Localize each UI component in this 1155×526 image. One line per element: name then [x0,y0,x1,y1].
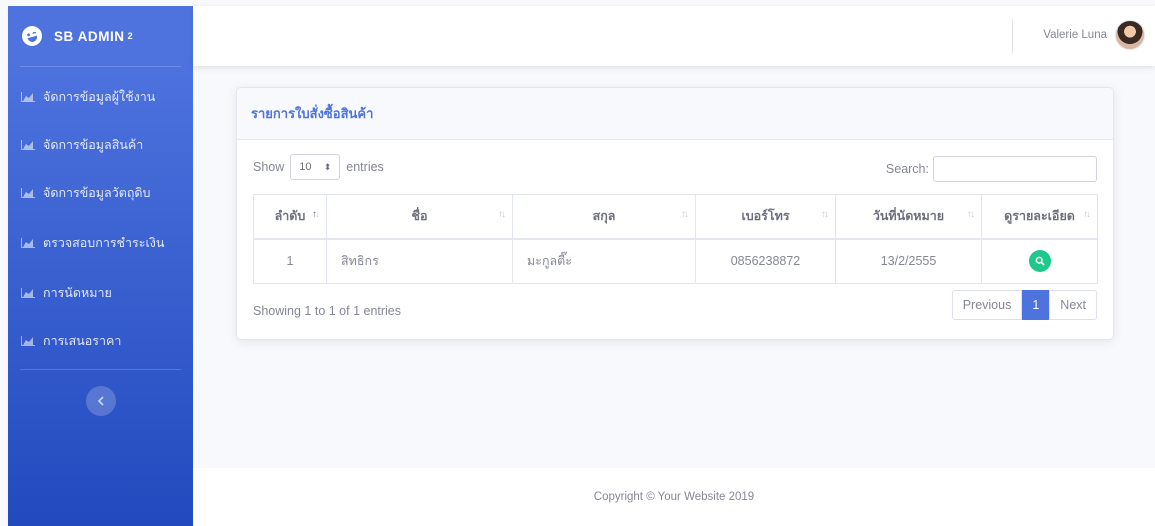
column-header-last-name[interactable]: สกุล ↑↓ [512,194,696,240]
sidebar-item-users[interactable]: จัดการข้อมูลผู้ใช้งาน [8,73,193,121]
user-name: Valerie Luna [1043,29,1107,41]
cell-index: 1 [253,238,327,284]
table-controls: Show 10 ⬍ entries Search: [237,140,1113,182]
previous-page-button[interactable]: Previous [951,290,1023,320]
column-header-label: ชื่อ [411,209,428,224]
search-icon [1035,256,1045,266]
sidebar-toggle-wrap [8,370,193,416]
cell-details [981,238,1098,284]
column-header-label: เบอร์โทร [741,209,790,224]
column-header-phone[interactable]: เบอร์โทร ↑↓ [695,194,836,240]
view-details-button[interactable] [1028,250,1051,273]
avatar [1115,20,1145,50]
cell-first-name: สิทธิกร [326,238,513,284]
next-page-button[interactable]: Next [1049,290,1097,320]
show-label: Show [253,160,285,174]
chart-area-icon [21,238,35,248]
table-info: Showing 1 to 1 of 1 entries [253,304,402,318]
sort-icon: ↑↓ [821,209,829,220]
user-dropdown[interactable]: Valerie Luna [1043,20,1145,50]
topbar-divider [1012,18,1013,54]
sidebar-item-label: จัดการข้อมูลผู้ใช้งาน [43,90,156,104]
column-header-index[interactable]: ลำดับ ↑↓ [253,194,327,240]
sidebar-item-label: ตรวจสอบการชำระเงิน [43,236,165,250]
sidebar-item-label: จัดการข้อมูลวัตถุดิบ [43,186,151,200]
select-arrows-icon: ⬍ [323,161,332,172]
table-header-row: ลำดับ ↑↓ ชื่อ ↑↓ สกุล ↑↓ เบอร์โทร ↑↓ วัน… [253,194,1098,240]
column-header-label: วันที่นัดหมาย [872,209,945,224]
entries-label: entries [346,160,384,174]
entries-select[interactable]: 10 ⬍ [290,154,341,180]
page-button-current[interactable]: 1 [1022,290,1050,320]
sidebar-item-products[interactable]: จัดการข้อมูลสินค้า [8,121,193,169]
sidebar-item-materials[interactable]: จัดการข้อมูลวัตถุดิบ [8,169,193,217]
copyright-text: Copyright © Your Website 2019 [593,491,755,503]
sidebar-item-payments[interactable]: ตรวจสอบการชำระเงิน [8,217,193,269]
cell-last-name: มะกูลตี๊ะ [512,238,696,284]
sidebar-item-quotations[interactable]: การเสนอราคา [8,317,193,365]
orders-table: ลำดับ ↑↓ ชื่อ ↑↓ สกุล ↑↓ เบอร์โทร ↑↓ วัน… [253,194,1098,284]
column-header-date[interactable]: วันที่นัดหมาย ↑↓ [835,194,982,240]
sort-icon: ↑↓ [681,209,689,220]
search-input[interactable] [933,156,1097,182]
sort-icon: ↑↓ [498,209,506,220]
column-header-label: ดูรายละเอียด [1004,209,1075,224]
sidebar-divider [20,66,181,67]
chart-area-icon [21,92,35,102]
entries-select-value: 10 [299,161,312,173]
sidebar-item-label: การเสนอราคา [43,334,122,348]
sidebar-item-label: จัดการข้อมูลสินค้า [43,138,144,152]
column-header-label: ลำดับ [274,209,306,224]
sort-icon: ↑↓ [967,209,975,220]
footer: Copyright © Your Website 2019 [193,468,1155,526]
chart-area-icon [21,336,35,346]
brand-sup: 2 [127,31,134,41]
column-header-first-name[interactable]: ชื่อ ↑↓ [326,194,513,240]
sidebar-item-label: การนัดหมาย [43,286,112,300]
entries-length: Show 10 ⬍ entries [253,154,384,180]
laugh-wink-icon [19,23,45,49]
brand-name: SB ADMIN [54,28,125,44]
sidebar-item-appointments[interactable]: การนัดหมาย [8,269,193,317]
column-header-details[interactable]: ดูรายละเอียด ↑↓ [981,194,1098,240]
table-search: Search: [886,156,1097,182]
card-title: รายการใบสั่งซื้อสินค้า [237,88,1113,140]
sort-icon: ↑↓ [312,209,320,220]
sidebar-toggle-button[interactable] [85,386,116,416]
topbar: Valerie Luna [193,6,1155,66]
column-header-label: สกุล [592,209,616,224]
orders-card: รายการใบสั่งซื้อสินค้า Show 10 ⬍ entries… [236,87,1114,340]
sidebar-brand[interactable]: SB ADMIN 2 [8,6,193,66]
search-label: Search: [885,162,929,176]
pagination: Previous 1 Next [951,290,1097,320]
cell-phone: 0856238872 [695,238,836,284]
chart-area-icon [21,188,35,198]
table-row: 1 สิทธิกร มะกูลตี๊ะ 0856238872 13/2/2555 [253,238,1098,284]
chart-area-icon [21,288,35,298]
chevron-left-icon [97,396,104,406]
sort-icon: ↑↓ [1083,209,1091,220]
cell-date: 13/2/2555 [835,238,982,284]
sidebar: SB ADMIN 2 จัดการข้อมูลผู้ใช้งาน จัดการข… [8,6,193,526]
chart-area-icon [21,140,35,150]
